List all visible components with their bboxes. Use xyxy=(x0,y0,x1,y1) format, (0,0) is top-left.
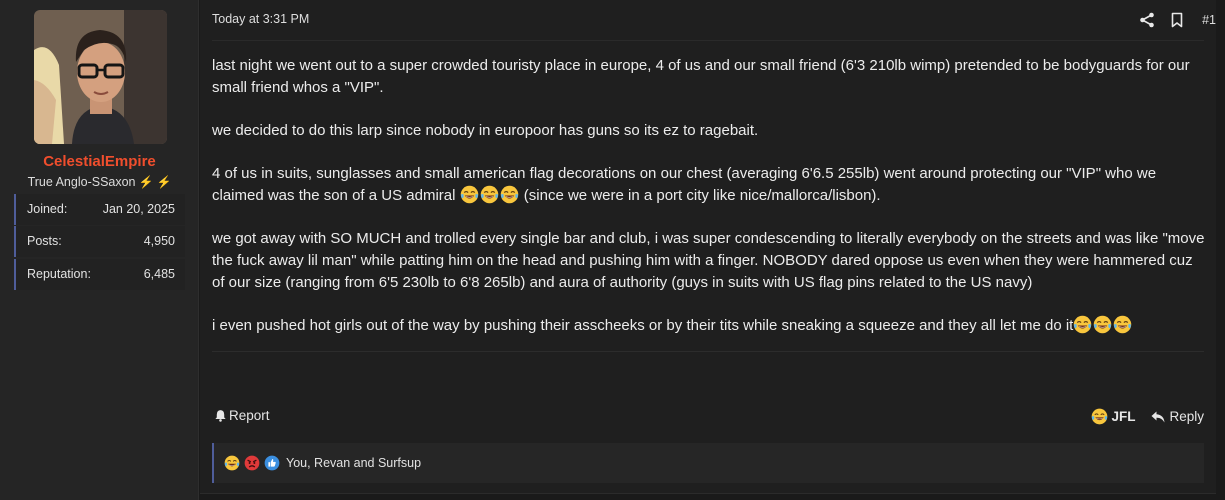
post-tools: #1 xyxy=(1125,10,1216,30)
tears-of-joy-emoji xyxy=(224,455,240,471)
divider xyxy=(212,40,1204,41)
bolt-icon: ⚡ xyxy=(138,175,154,189)
stat-value: 4,950 xyxy=(143,234,175,248)
like-icon xyxy=(264,455,280,471)
post-actions: Report JFL Reply xyxy=(214,408,1204,426)
stat-value: 6,485 xyxy=(143,267,175,281)
paragraph: we decided to do this larp since nobody … xyxy=(212,122,759,139)
user-title: True Anglo-SSaxon ⚡ ⚡ xyxy=(0,175,199,189)
bookmark-icon[interactable] xyxy=(1169,12,1185,28)
reply-button[interactable]: Reply xyxy=(1151,409,1204,424)
bolt-icon: ⚡ xyxy=(156,175,172,189)
jfl-reaction-button[interactable]: JFL xyxy=(1091,408,1135,425)
user-title-text: True Anglo-SSaxon xyxy=(27,175,136,189)
jfl-label: JFL xyxy=(1111,409,1136,424)
divider xyxy=(212,351,1204,352)
post-body: last night we went out to a super crowde… xyxy=(212,55,1208,358)
paragraph: 4 of us in suits, sunglasses and small a… xyxy=(212,163,1208,207)
bell-icon xyxy=(215,410,226,422)
paragraph-text: (since we were in a port city like nice/… xyxy=(519,187,881,204)
paragraph: we got away with SO MUCH and trolled eve… xyxy=(212,230,1205,291)
tears-of-joy-emoji xyxy=(480,185,499,204)
angry-emoji xyxy=(244,455,260,471)
username[interactable]: CelestialEmpire xyxy=(0,153,199,170)
paragraph: i even pushed hot girls out of the way b… xyxy=(212,315,1208,337)
paragraph-text: i even pushed hot girls out of the way b… xyxy=(212,317,1074,334)
reply-icon xyxy=(1151,411,1165,422)
right-actions: JFL Reply xyxy=(1091,408,1204,425)
stat-label: Posts: xyxy=(27,234,62,248)
report-button[interactable]: Report xyxy=(214,408,270,423)
share-icon[interactable] xyxy=(1139,12,1155,28)
tears-of-joy-emoji xyxy=(1073,315,1092,334)
tears-of-joy-emoji xyxy=(500,185,519,204)
post-date[interactable]: Today at 3:31 PM xyxy=(212,12,309,26)
post: Today at 3:31 PM #1 last night we went o… xyxy=(200,0,1216,494)
stat-label: Joined: xyxy=(27,202,68,216)
stat-joined: Joined: Jan 20, 2025 xyxy=(14,194,185,225)
tears-of-joy-emoji xyxy=(460,185,479,204)
report-label: Report xyxy=(229,408,270,423)
avatar[interactable] xyxy=(34,10,167,144)
stat-posts: Posts: 4,950 xyxy=(14,226,185,257)
user-sidebar: CelestialEmpire True Anglo-SSaxon ⚡ ⚡ Join… xyxy=(0,0,199,500)
stat-value: Jan 20, 2025 xyxy=(102,202,175,216)
reactions-text[interactable]: You, Revan and Surfsup xyxy=(286,456,421,470)
stat-label: Reputation: xyxy=(27,267,91,281)
paragraph: last night we went out to a super crowde… xyxy=(212,57,1190,96)
tears-of-joy-emoji xyxy=(1093,315,1112,334)
tears-of-joy-emoji xyxy=(1091,408,1108,425)
reply-label: Reply xyxy=(1169,409,1204,424)
tears-of-joy-emoji xyxy=(1113,315,1132,334)
post-number[interactable]: #1 xyxy=(1202,13,1216,27)
reactions-bar[interactable]: You, Revan and Surfsup xyxy=(212,443,1204,483)
stat-reputation: Reputation: 6,485 xyxy=(14,259,185,290)
